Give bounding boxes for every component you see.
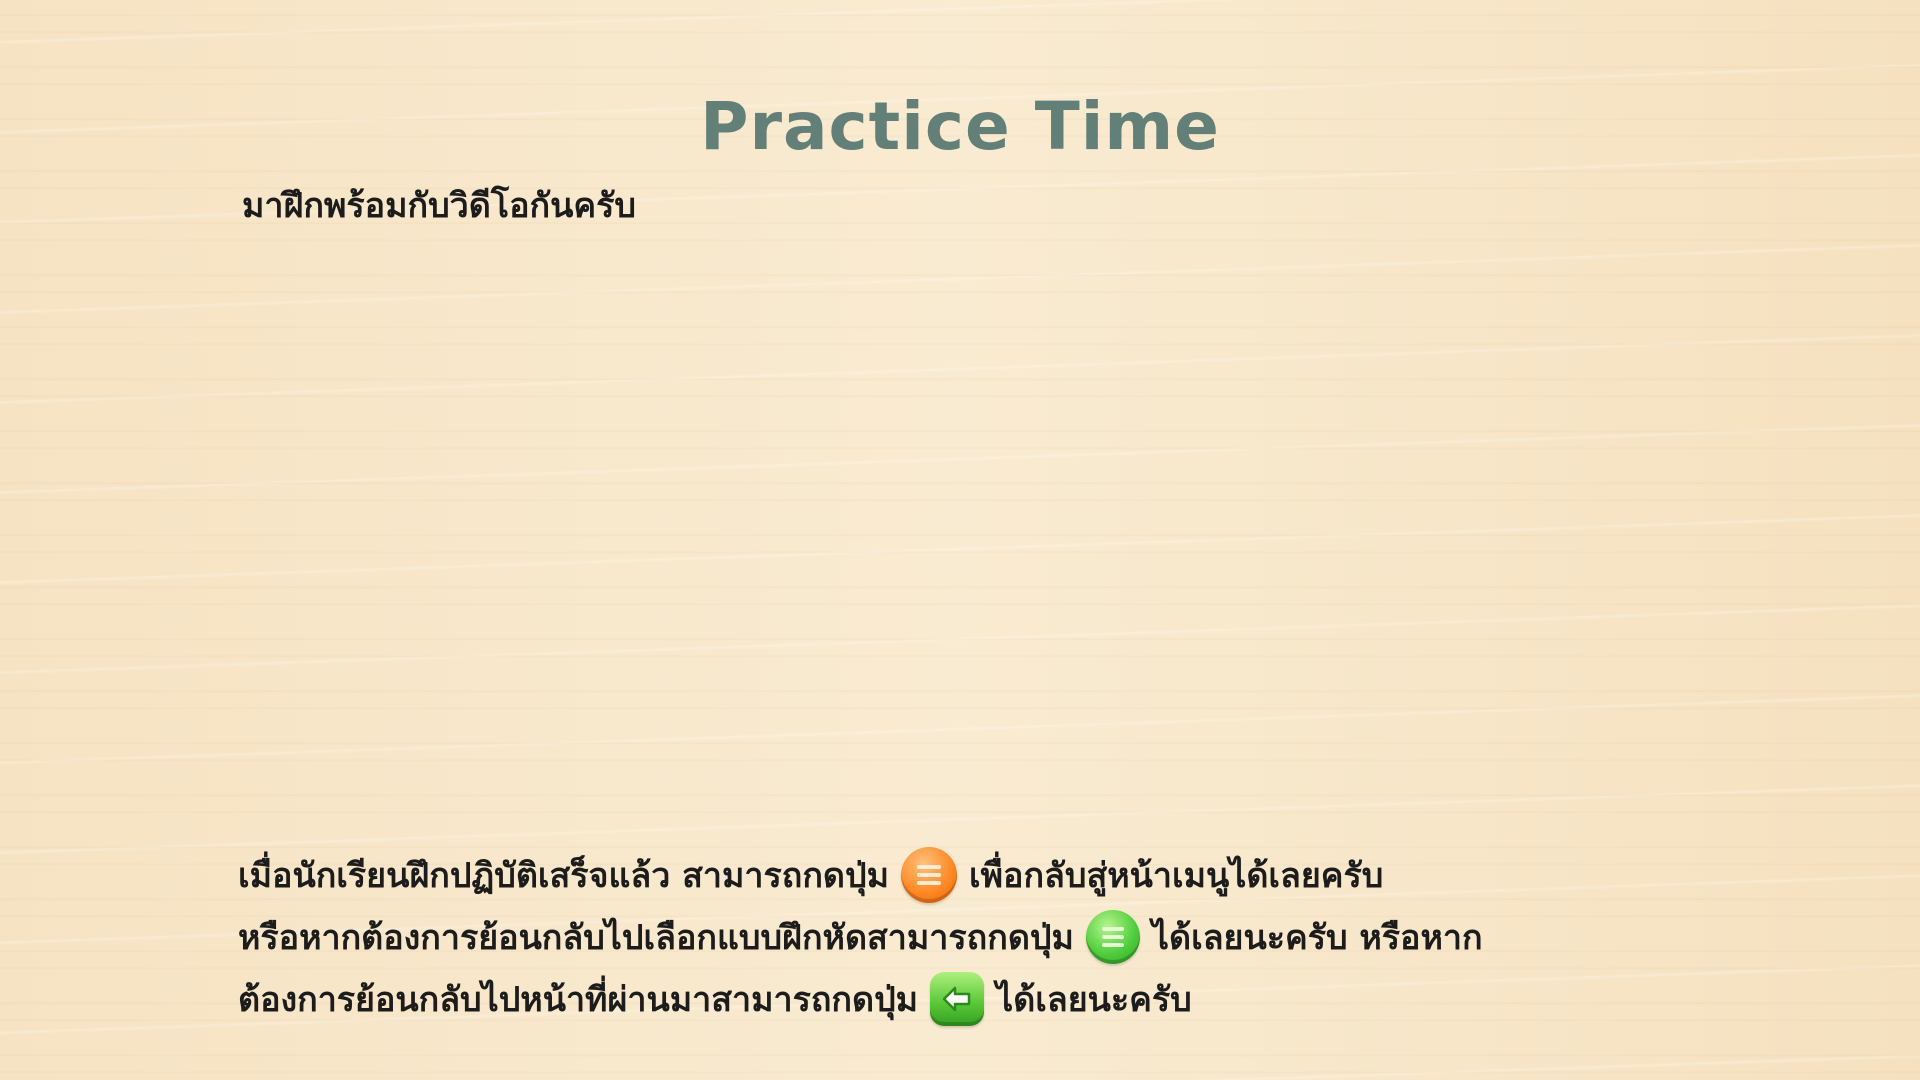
arrow-left-icon [942, 986, 971, 1012]
instruction-line-3: ต้องการย้อนกลับไปหน้าที่ผ่านมาสามารถกดปุ… [238, 968, 1798, 1030]
page-title: Practice Time [700, 88, 1220, 165]
menu-lines-icon [1101, 927, 1124, 947]
exercise-menu-button[interactable] [1085, 910, 1140, 964]
instruction-text: เพื่อกลับสู่หน้าเมนูได้เลยครับ [969, 856, 1384, 896]
menu-lines-icon [917, 865, 941, 885]
instruction-line-1: เมื่อนักเรียนฝึกปฏิบัติเสร็จแล้ว สามารถก… [238, 844, 1798, 906]
instruction-text: ได้เลยนะครับ หรือหาก [1151, 918, 1483, 958]
instruction-text: ได้เลยนะครับ [996, 980, 1192, 1020]
instructions-block: เมื่อนักเรียนฝึกปฏิบัติเสร็จแล้ว สามารถก… [238, 844, 1798, 1030]
instruction-line-2: หรือหากต้องการย้อนกลับไปเลือกแบบฝึกหัดสา… [238, 906, 1798, 968]
instruction-text: ต้องการย้อนกลับไปหน้าที่ผ่านมาสามารถกดปุ… [238, 980, 919, 1020]
instruction-text: เมื่อนักเรียนฝึกปฏิบัติเสร็จแล้ว สามารถก… [238, 856, 889, 896]
main-menu-button[interactable] [901, 847, 957, 903]
instruction-text: หรือหากต้องการย้อนกลับไปเลือกแบบฝึกหัดสา… [238, 918, 1074, 958]
back-button[interactable] [930, 972, 985, 1026]
page-subtitle: มาฝึกพร้อมกับวิดีโอกันครับ [242, 186, 636, 226]
